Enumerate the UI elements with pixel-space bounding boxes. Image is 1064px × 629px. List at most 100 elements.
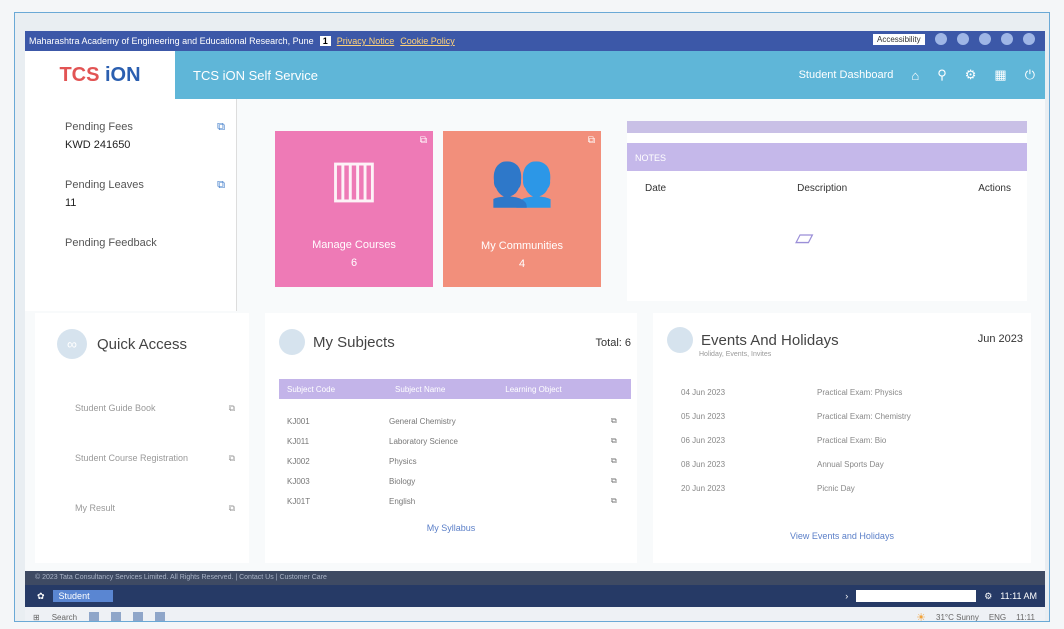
table-row[interactable]: KJ011 Laboratory Science ⧉: [279, 431, 631, 451]
pending-panel: Pending Fees KWD 241650 ⧉ Pending Leaves…: [25, 99, 237, 311]
logo[interactable]: TCS iON: [25, 51, 175, 99]
external-link-icon[interactable]: ⧉: [611, 416, 631, 426]
privacy-link[interactable]: Privacy Notice: [337, 36, 395, 46]
windows-icon[interactable]: ⊞: [33, 613, 40, 622]
subjects-total: Total: 6: [595, 337, 631, 349]
external-link-icon[interactable]: ⧉: [217, 121, 225, 134]
list-item[interactable]: 06 Jun 2023 Practical Exam: Bio: [681, 428, 1031, 452]
subject-code: KJ01T: [287, 496, 311, 506]
events-title: Events And Holidays: [701, 331, 839, 349]
external-link-icon[interactable]: ⧉: [611, 496, 631, 506]
quick-access-header: ∞ Quick Access: [35, 313, 249, 359]
app-title: TCS iON Self Service: [193, 67, 318, 83]
pending-fees: Pending Fees KWD 241650 ⧉: [65, 121, 225, 151]
taskbar-app-icon[interactable]: [89, 612, 100, 621]
os-field[interactable]: Student: [52, 590, 113, 602]
external-link-icon[interactable]: ⧉: [229, 403, 235, 414]
tile-label: Manage Courses: [312, 239, 396, 251]
event-date: 05 Jun 2023: [681, 411, 726, 421]
pending-leaves-value: 11: [65, 197, 77, 209]
dashboard-label[interactable]: Student Dashboard: [799, 69, 894, 81]
external-link-icon[interactable]: ⧉: [611, 436, 631, 446]
logo-suffix: iON: [105, 63, 141, 86]
event-desc: Practical Exam: Bio: [817, 435, 887, 445]
accessibility-select[interactable]: Accessibility: [873, 33, 925, 45]
event-date: 08 Jun 2023: [681, 459, 726, 469]
gear-icon[interactable]: ⚙: [965, 67, 977, 83]
weather[interactable]: 31°C Sunny: [936, 613, 979, 622]
cookie-link[interactable]: Cookie Policy: [400, 36, 455, 46]
external-link-icon[interactable]: ⧉: [217, 179, 225, 192]
os-logo-icon[interactable]: ✿: [37, 591, 45, 602]
external-link-icon[interactable]: ⧉: [588, 135, 595, 146]
table-row[interactable]: KJ003 Biology ⧉: [279, 471, 631, 491]
quick-access-item[interactable]: Student Course Registration ⧉: [75, 453, 235, 463]
os-bar: ✿ Student › ⚙ 11:11 AM: [25, 585, 1045, 607]
power-icon[interactable]: [1023, 33, 1035, 45]
subject-code: KJ002: [287, 456, 310, 466]
subject-code: KJ001: [287, 416, 310, 426]
my-communities-tile[interactable]: ⧉ 👥 My Communities 4: [443, 131, 601, 287]
browser-tools: Accessibility: [873, 33, 1035, 45]
subject-code: KJ003: [287, 476, 310, 486]
external-link-icon[interactable]: ⧉: [420, 135, 427, 146]
help-icon[interactable]: [979, 33, 991, 45]
my-syllabus-link[interactable]: My Syllabus: [265, 523, 637, 533]
screen: Maharashtra Academy of Engineering and E…: [25, 31, 1045, 622]
taskbar-app-icon[interactable]: [155, 612, 166, 621]
table-row[interactable]: KJ001 General Chemistry ⧉: [279, 411, 631, 431]
pending-leaves-label: Pending Leaves: [65, 179, 144, 191]
subjects-rows: KJ001 General Chemistry ⧉ KJ011 Laboratory …: [279, 411, 631, 511]
col-name: Subject Name: [395, 384, 446, 394]
taskbar: ⊞ Search ☀ 31°C Sunny ENG 11:11: [25, 607, 1045, 622]
events-rows: 04 Jun 2023 Practical Exam: Physics 05 Ju…: [653, 380, 1031, 500]
taskbar-lang[interactable]: ENG: [989, 613, 1006, 622]
external-link-icon[interactable]: ⧉: [229, 453, 235, 464]
notes-heading: NOTES: [627, 143, 1027, 171]
subject-code: KJ011: [287, 436, 310, 446]
gear-icon[interactable]: ⚙: [984, 591, 992, 602]
chevron-right-icon[interactable]: ›: [845, 591, 848, 601]
os-input[interactable]: [856, 590, 977, 602]
page-badge[interactable]: 1: [319, 36, 331, 46]
manage-courses-tile[interactable]: ⧉ ▥ Manage Courses 6: [275, 131, 433, 287]
list-item[interactable]: 05 Jun 2023 Practical Exam: Chemistry: [681, 404, 1031, 428]
taskbar-search[interactable]: Search: [52, 613, 77, 622]
external-link-icon[interactable]: ⧉: [229, 503, 235, 514]
list-item[interactable]: 04 Jun 2023 Practical Exam: Physics: [681, 380, 1031, 404]
photo-frame: Maharashtra Academy of Engineering and E…: [14, 12, 1050, 622]
event-desc: Picnic Day: [817, 483, 855, 493]
subjects-panel: My Subjects Total: 6 Subject Code Subjec…: [265, 313, 637, 563]
event-desc: Practical Exam: Physics: [817, 387, 903, 397]
subject-name: General Chemistry: [389, 416, 456, 426]
grid-icon[interactable]: ▦: [994, 67, 1006, 83]
quick-access-label: Student Guide Book: [75, 403, 156, 413]
events-panel: Events And Holidays Holiday, Events, Inv…: [653, 313, 1031, 563]
taskbar-app-icon[interactable]: [133, 612, 144, 621]
table-row[interactable]: KJ01T English ⧉: [279, 491, 631, 511]
list-item[interactable]: 08 Jun 2023 Annual Sports Day: [681, 452, 1031, 476]
events-month: Jun 2023: [977, 333, 1023, 345]
table-row[interactable]: KJ002 Physics ⧉: [279, 451, 631, 471]
events-header: Events And Holidays: [653, 313, 1031, 353]
people-icon: 👥: [489, 151, 555, 209]
event-desc: Annual Sports Day: [817, 459, 884, 469]
view-events-link[interactable]: View Events and Holidays: [653, 531, 1031, 541]
home-icon[interactable]: [935, 33, 947, 45]
status-line: © 2023 Tata Consultancy Services Limited…: [25, 571, 1045, 585]
quick-access-item[interactable]: Student Guide Book ⧉: [75, 403, 235, 413]
taskbar-clock[interactable]: 11:11: [1016, 613, 1035, 622]
expand-icon[interactable]: [957, 33, 969, 45]
settings-icon[interactable]: [1001, 33, 1013, 45]
external-link-icon[interactable]: ⧉: [611, 476, 631, 486]
quick-access-item[interactable]: My Result ⧉: [75, 503, 235, 513]
notes-col-date: Date: [645, 183, 667, 194]
tile-count: 6: [350, 257, 358, 269]
external-link-icon[interactable]: ⧉: [611, 456, 631, 466]
search-icon[interactable]: ⚲: [937, 67, 947, 83]
power-icon[interactable]: ⏻: [1025, 67, 1035, 83]
list-item[interactable]: 20 Jun 2023 Picnic Day: [681, 476, 1031, 500]
taskbar-app-icon[interactable]: [111, 612, 122, 621]
home-icon[interactable]: ⌂: [911, 68, 919, 83]
header-actions: Student Dashboard ⌂ ⚲ ⚙ ▦ ⏻: [799, 67, 1035, 83]
